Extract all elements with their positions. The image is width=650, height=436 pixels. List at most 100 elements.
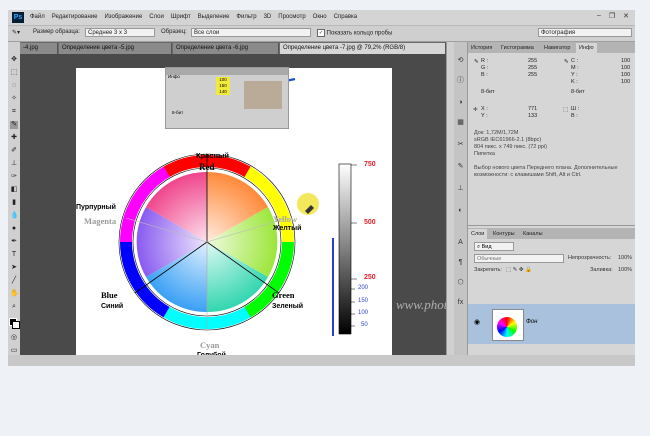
info-r-value: 255 [528, 58, 538, 64]
eyedropper-tool-icon[interactable]: ✎▾ [12, 29, 20, 36]
tab-navigator[interactable]: Навигатор [541, 43, 573, 53]
menu-type[interactable]: Шрифт [171, 14, 191, 20]
crop-tool-icon[interactable]: ⌗ [10, 108, 18, 116]
menu-filter[interactable]: Фильтр [236, 14, 256, 20]
menu-bar: Ps Файл Редактирование Изображение Слои … [8, 10, 635, 25]
menu-layers[interactable]: Слои [149, 14, 164, 20]
pen-tool-icon[interactable]: ✒ [10, 238, 18, 246]
scale-label: 250 [364, 274, 376, 281]
tools-preset-icon[interactable]: ✂ [456, 140, 465, 149]
blur-tool-icon[interactable]: 💧 [10, 212, 19, 220]
eye-icon[interactable]: ◉ [474, 318, 480, 326]
hand-tool-icon[interactable]: ✋ [10, 290, 19, 298]
layers-panel-tabs: Слои Контуры Каналы [468, 228, 635, 239]
path-select-icon[interactable]: ➤ [10, 264, 18, 272]
fill-value[interactable]: 100% [618, 267, 632, 273]
dodge-tool-icon[interactable]: ● [10, 225, 18, 233]
info-bit-left: 8-бит [481, 89, 495, 95]
menu-window[interactable]: Окно [313, 14, 327, 20]
move-tool-icon[interactable]: ✥ [10, 56, 18, 64]
info-c-label: C : [571, 58, 579, 64]
show-ring-label: Показать кольцо пробы [326, 30, 393, 37]
shape-tool-icon[interactable]: ╱ [10, 277, 18, 285]
info-bit-right: 8-бит [571, 89, 585, 95]
sample-size-label: Размер образца: [33, 29, 80, 35]
info-panel-tabs: История Гистограмма Навигатор Инфо [468, 42, 635, 53]
paragraph-panel-icon[interactable]: ¶ [456, 258, 465, 267]
styles-panel-icon[interactable]: fx [456, 298, 465, 307]
background-color-swatch[interactable] [12, 321, 20, 329]
tab-histogram[interactable]: Гистограмма [498, 43, 537, 53]
history-panel-icon[interactable]: ⟲ [456, 56, 465, 65]
close-icon[interactable]: ✕ [623, 12, 629, 20]
tab-channels[interactable]: Каналы [520, 229, 546, 239]
screen-mode-icon[interactable]: ▭ [10, 347, 18, 355]
restore-icon[interactable]: ❐ [609, 12, 615, 20]
quick-select-tool-icon[interactable]: ✧ [10, 95, 18, 103]
adjustments-panel-icon[interactable]: ◐ [456, 206, 465, 215]
info-c-value: 100 [621, 58, 631, 64]
doc-tab[interactable]: Определение цвета -5.jpg [59, 43, 172, 54]
doc-tab[interactable]: -4.jpg [20, 43, 58, 54]
layer-thumbnail [492, 309, 524, 341]
info-b-label: B : [481, 72, 488, 78]
tab-info[interactable]: Инфо [576, 43, 597, 53]
opacity-value[interactable]: 100% [618, 255, 632, 261]
character-panel-icon[interactable]: A [456, 238, 465, 247]
lock-icons[interactable]: ⬚ ✎ ✥ 🔒 [506, 267, 532, 273]
healing-tool-icon[interactable]: ✚ [10, 134, 18, 142]
history-brush-icon[interactable]: ✑ [10, 173, 18, 181]
info-y-value: 100 [621, 72, 631, 78]
blend-mode-select[interactable]: Обычные [474, 254, 564, 263]
menu-edit[interactable]: Редактирование [52, 14, 98, 20]
info-w-label: Ш : [571, 106, 580, 112]
marquee-tool-icon[interactable]: ⬚ [10, 69, 18, 77]
clone-panel-icon[interactable]: ⊥ [456, 184, 465, 193]
info-y2-value: 133 [528, 113, 538, 119]
panel-icons-column: ⟲ ⓘ ◑ ▦ ✂ ✎ ⊥ ◐ A ¶ ⬡ fx [454, 42, 468, 366]
color-panel-icon[interactable]: ◑ [456, 98, 465, 107]
info-x-label: X : [481, 106, 488, 112]
brush-tool-icon[interactable]: ✐ [10, 147, 18, 155]
menu-3d[interactable]: 3D [264, 14, 272, 20]
sample-size-select[interactable]: Среднее 3 х 3 [85, 28, 155, 37]
3d-panel-icon[interactable]: ⬡ [456, 278, 465, 287]
stamp-tool-icon[interactable]: ⊥ [10, 160, 18, 168]
tab-history[interactable]: История [468, 43, 495, 53]
swatches-panel-icon[interactable]: ▦ [456, 118, 465, 127]
sample-select[interactable]: Все слои [191, 28, 311, 37]
quick-mask-icon[interactable]: ◎ [10, 334, 18, 342]
label-red-ru: Красный [196, 151, 230, 160]
lasso-tool-icon[interactable]: ◌ [10, 82, 18, 90]
type-tool-icon[interactable]: T [10, 251, 18, 259]
snapshot-bit: 8-бит [172, 110, 184, 115]
layer-kind-label: Вид [481, 244, 492, 250]
value-scale-bar [338, 163, 352, 335]
layer-row-background[interactable]: ◉ Фон [468, 304, 635, 344]
layer-kind-filter[interactable]: ⌕ Вид [474, 242, 514, 251]
doc-tab-active[interactable]: Определение цвета -7.jpg @ 79,2% (RGB/8) [280, 43, 446, 54]
menu-image[interactable]: Изображение [104, 14, 142, 20]
info-profile: sRGB IEC61966-2.1 (8bpc) [474, 137, 542, 143]
tab-paths[interactable]: Контуры [490, 229, 518, 239]
gradient-tool-icon[interactable]: ▮ [10, 199, 18, 207]
menu-help[interactable]: Справка [334, 14, 358, 20]
brush-panel-icon[interactable]: ✎ [456, 162, 465, 171]
eyedropper-icon[interactable]: ✎ [10, 121, 18, 129]
info-x-value: 771 [528, 106, 538, 112]
menu-view[interactable]: Просмотр [278, 14, 305, 20]
workspace-select[interactable]: Фотография [538, 28, 632, 37]
info-panel-icon[interactable]: ⓘ [456, 76, 465, 85]
label-yellow-en: Yellow [273, 214, 298, 224]
minimize-icon[interactable]: – [597, 12, 601, 20]
snapshot-values: 100 150 140 [216, 77, 230, 95]
show-ring-checkbox[interactable]: ✓ Показать кольцо пробы [317, 29, 392, 37]
label-cyan-en: Cyan [200, 340, 220, 350]
menu-select[interactable]: Выделение [198, 14, 230, 20]
eraser-tool-icon[interactable]: ◧ [10, 186, 18, 194]
label-blue-ru: Синий [101, 303, 124, 310]
tab-layers[interactable]: Слои [468, 229, 488, 239]
doc-tab[interactable]: Определение цвета -6.jpg [173, 43, 279, 54]
menu-file[interactable]: Файл [30, 14, 45, 20]
zoom-tool-icon[interactable]: ⌕ [10, 303, 18, 311]
